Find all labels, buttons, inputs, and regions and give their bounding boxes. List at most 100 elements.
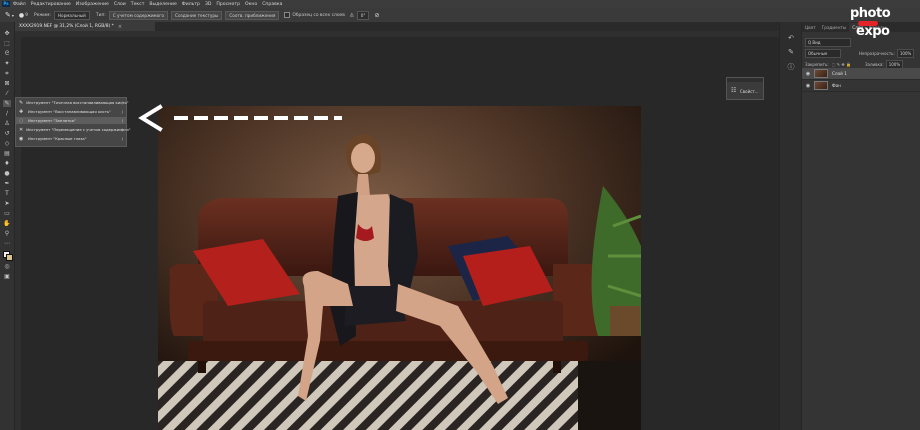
menu-image[interactable]: Изображение — [76, 2, 109, 7]
hand-tool-icon[interactable]: ✋ — [3, 220, 11, 227]
photo-canvas[interactable] — [158, 106, 641, 430]
spot-healing-brush-icon: ✎ — [19, 99, 24, 106]
eyedropper-tool-icon[interactable]: ⁄ — [3, 90, 11, 97]
history-icon[interactable]: ↶ — [786, 34, 796, 42]
menu-filter[interactable]: Фильтр — [182, 2, 200, 7]
watermark-line1: photo — [850, 6, 891, 21]
menu-layers[interactable]: Слои — [114, 2, 126, 7]
menu-3d[interactable]: 3D — [205, 2, 211, 7]
mini-panel-header[interactable] — [727, 78, 763, 82]
healing-tools-flyout: ✎ Инструмент "Точечная восстанавливающая… — [15, 97, 131, 147]
gradient-tool-icon[interactable]: ▤ — [3, 150, 11, 157]
flyout-item-content-aware-move[interactable]: ✕ Инструмент "Перемещение с учетом содер… — [16, 126, 131, 133]
watermark-line2: expo — [856, 24, 890, 39]
pointer-arrow-annotation — [138, 104, 342, 132]
layer-row[interactable]: ◉ Слой 1 — [802, 68, 920, 80]
flyout-item-shortcut: J — [121, 109, 123, 114]
properties-icon: ☷ — [731, 87, 737, 94]
clone-stamp-tool-icon[interactable]: ♙ — [3, 120, 11, 127]
flyout-item-patch[interactable]: ◌ Инструмент "Заплатка" J — [16, 117, 126, 124]
lasso-tool-icon[interactable]: ᘓ — [3, 50, 11, 57]
lock-label: Закрепить: — [805, 62, 829, 67]
lock-icon[interactable]: ⬚ ✎ ✥ 🔒 — [832, 62, 851, 67]
quick-mask-icon[interactable]: ◎ — [3, 263, 11, 270]
document-tab[interactable]: XXXX2919.NEF @ 31,2% (Слой 1, RGB/8) * × — [15, 22, 155, 31]
flyout-item-shortcut: J — [121, 136, 123, 141]
brush-preset-icon[interactable]: ● — [19, 12, 24, 19]
blend-mode-select[interactable]: Обычные — [805, 49, 841, 58]
type-tool-icon[interactable]: T — [3, 190, 11, 197]
type-proximity-button[interactable]: Соотв. приближения — [225, 10, 280, 20]
healing-brush-icon: ✚ — [19, 108, 24, 115]
info-icon[interactable]: ⓘ — [786, 62, 796, 71]
close-icon[interactable]: × — [118, 24, 122, 30]
sample-all-layers-label: Образец со всех слоев — [292, 12, 345, 18]
screen-mode-icon[interactable]: ▣ — [3, 273, 11, 280]
flyout-item-spot-healing[interactable]: ✎ Инструмент "Точечная восстанавливающая… — [16, 99, 129, 106]
flyout-item-healing-brush[interactable]: ✚ Инструмент "Восстанавливающая кисть" J — [16, 108, 126, 115]
quick-select-tool-icon[interactable]: ✦ — [3, 60, 11, 67]
brush-tool-icon[interactable]: ∕ — [3, 110, 11, 117]
eraser-tool-icon[interactable]: ◇ — [3, 140, 11, 147]
eye-icon[interactable]: ◉ — [804, 71, 812, 77]
flyout-item-shortcut: J — [121, 118, 123, 123]
brush-size-value: 9 — [25, 12, 28, 18]
layer-row[interactable]: ◉ Фон — [802, 80, 920, 92]
document-tab-title: XXXX2919.NEF @ 31,2% (Слой 1, RGB/8) * — [19, 24, 114, 29]
type-texture-button[interactable]: Создание текстуры — [171, 10, 223, 20]
more-tools-icon[interactable]: ⋯ — [3, 240, 11, 247]
photoexpo-watermark: photo expo — [850, 6, 910, 44]
photoshop-logo[interactable]: Ps — [2, 1, 10, 7]
pen-tool-icon[interactable]: ✒ — [3, 180, 11, 187]
layers-panel: Цвет Градиенты Слои Каналы Q Вид Обычные… — [801, 22, 920, 430]
move-tool-icon[interactable]: ✥ — [3, 30, 11, 37]
menu-type[interactable]: Текст — [131, 2, 145, 7]
opacity-field[interactable]: 100% — [896, 49, 915, 58]
flyout-item-shortcut: J — [121, 100, 123, 105]
flyout-item-label: Инструмент "Перемещение с учетом содержи… — [26, 127, 131, 132]
patch-icon: ◌ — [19, 117, 24, 124]
dodge-tool-icon[interactable]: ● — [3, 170, 11, 177]
sample-all-layers-checkbox[interactable] — [284, 12, 291, 18]
menu-help[interactable]: Справка — [262, 2, 282, 7]
marquee-tool-icon[interactable]: ⬚ — [3, 40, 11, 47]
menu-edit[interactable]: Редактирование — [31, 2, 71, 7]
layer-name: Слой 1 — [832, 71, 847, 76]
flyout-item-red-eye[interactable]: ◉ Инструмент "Красные глаза" J — [16, 135, 126, 142]
rectangle-tool-icon[interactable]: ▭ — [3, 210, 11, 217]
opacity-label: Непрозрачность: — [859, 51, 895, 56]
blur-tool-icon[interactable]: ♦ — [3, 160, 11, 167]
eye-icon[interactable]: ◉ — [804, 83, 812, 89]
pressure-size-icon[interactable]: ⊘ — [374, 12, 379, 19]
options-bar: ✎ ▾ ● 9 Режим: Нормальный Тип: С учетом … — [0, 8, 920, 23]
layer-name: Фон — [832, 83, 841, 88]
tab-color[interactable]: Цвет — [802, 23, 819, 32]
fill-label: Заливка: — [864, 62, 884, 67]
menu-view[interactable]: Просмотр — [216, 2, 240, 7]
color-swatches-icon[interactable] — [3, 251, 13, 261]
tab-gradients[interactable]: Градиенты — [819, 23, 849, 32]
tab-strip — [155, 22, 779, 31]
history-brush-tool-icon[interactable]: ↺ — [3, 130, 11, 137]
brush-settings-icon[interactable]: ✎ — [786, 48, 796, 56]
menu-select[interactable]: Выделение — [149, 2, 176, 7]
healing-tool-icon[interactable]: ✎ — [3, 100, 11, 107]
type-content-aware-button[interactable]: С учетом содержимого — [108, 10, 169, 20]
menu-window[interactable]: Окно — [245, 2, 257, 7]
flyout-item-label: Инструмент "Красные глаза" — [28, 136, 87, 141]
spot-healing-brush-icon[interactable]: ✎ — [5, 11, 11, 19]
photo-image — [158, 106, 641, 430]
angle-field[interactable]: 0° — [356, 10, 370, 20]
path-select-tool-icon[interactable]: ➤ — [3, 200, 11, 207]
zoom-tool-icon[interactable]: ⚲ — [3, 230, 11, 237]
layer-filter-field[interactable]: Q Вид — [805, 38, 851, 47]
mode-select[interactable]: Нормальный — [53, 10, 90, 20]
frame-tool-icon[interactable]: ⊠ — [3, 80, 11, 87]
angle-icon: ◬ — [349, 12, 354, 18]
flyout-item-label: Инструмент "Заплатка" — [28, 118, 76, 123]
chevron-down-icon[interactable]: ▾ — [12, 13, 14, 18]
crop-tool-icon[interactable]: ⌗ — [3, 70, 11, 77]
properties-mini-panel[interactable]: ☷ Свойст... — [726, 77, 764, 100]
flyout-item-shortcut: J — [121, 127, 123, 132]
menu-file[interactable]: Файл — [13, 2, 26, 7]
